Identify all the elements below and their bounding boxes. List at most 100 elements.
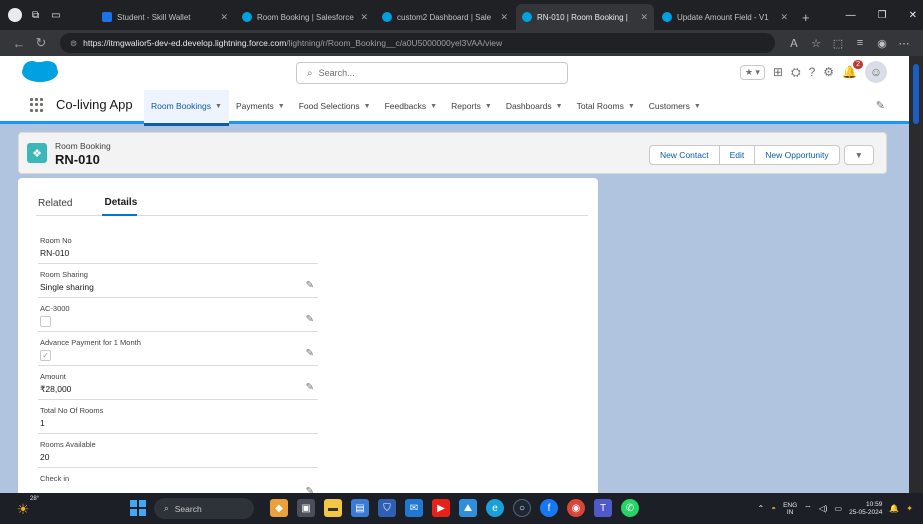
nav-label: Dashboards — [505, 101, 552, 111]
browser-tab-4[interactable]: Update Amount Field - V1 ✕ — [656, 4, 794, 30]
chevron-down-icon[interactable]: ▼ — [278, 103, 285, 110]
tab-group-icon[interactable]: ▭ — [51, 10, 60, 21]
field-label: AC-3000 — [40, 304, 70, 313]
weather-sun-icon[interactable]: ☀ 28° — [12, 496, 39, 520]
taskbar-search[interactable]: ⌕ Search — [154, 498, 254, 519]
notifications-bell-icon[interactable]: 🔔 2 — [842, 60, 863, 79]
teams-icon[interactable]: T — [594, 499, 612, 517]
chevron-up-icon[interactable]: ⌃ — [758, 504, 765, 513]
nav-item-reports[interactable]: Reports ▼ — [444, 88, 499, 124]
close-tab-icon[interactable]: ✕ — [640, 12, 648, 23]
translate-icon[interactable]: Ａ — [783, 35, 805, 51]
whatsapp-icon[interactable]: ✆ — [621, 499, 639, 517]
tab-details[interactable]: Details — [102, 190, 138, 216]
browser-tab-1[interactable]: Room Booking | Salesforce ✕ — [236, 4, 374, 30]
restore-icon[interactable]: ❐ — [878, 10, 887, 21]
battery-icon[interactable]: ▭ — [835, 504, 843, 513]
wifi-icon[interactable]: ⌔ — [804, 504, 812, 514]
circle-app-icon[interactable]: ○ — [513, 499, 531, 517]
tab-search-icon[interactable]: ⧉ — [32, 10, 39, 21]
trailhead-icon[interactable]: ⛭ — [791, 65, 801, 80]
widgets-icon[interactable]: ◆ — [270, 499, 288, 517]
nav-item-feedbacks[interactable]: Feedbacks ▼ — [378, 88, 445, 124]
salesforce-logo-icon[interactable] — [20, 60, 60, 84]
app-launcher-icon[interactable] — [30, 98, 44, 112]
detail-fields: Room No RN-010 Room Sharing Single shari… — [38, 230, 318, 493]
browser-tab-0[interactable]: Student - Skill Wallet ✕ — [96, 4, 234, 30]
reload-icon[interactable]: ↻ — [30, 35, 52, 51]
nav-item-room-bookings[interactable]: Room Bookings ▼ — [144, 89, 229, 126]
browser-tab-2[interactable]: custom2 Dashboard | Sale ✕ — [376, 4, 514, 30]
facebook-icon[interactable]: f — [540, 499, 558, 517]
nav-item-customers[interactable]: Customers ▼ — [642, 88, 708, 124]
extensions-icon[interactable]: ⬚ — [827, 37, 849, 50]
help-icon[interactable]: ? — [809, 65, 816, 79]
edge-icon[interactable]: e — [486, 499, 504, 517]
minimize-icon[interactable]: — — [846, 10, 856, 21]
profile-icon[interactable] — [8, 8, 22, 22]
url-bar[interactable]: ⊜ https://itmgwalior5-dev-ed.develop.lig… — [60, 33, 775, 53]
copilot-icon[interactable]: ✦ — [906, 504, 913, 513]
shield-icon[interactable]: ⛉ — [378, 499, 396, 517]
mail-icon[interactable]: ✉ — [405, 499, 423, 517]
menu-dots-icon[interactable]: ⋯ — [893, 37, 915, 50]
edit-pencil-icon[interactable]: ✎ — [306, 348, 314, 359]
clock[interactable]: 10:59 25-05-2024 — [849, 501, 882, 517]
close-tab-icon[interactable]: ✕ — [360, 12, 368, 23]
volume-icon[interactable]: ◁) — [819, 504, 828, 513]
edit-button[interactable]: Edit — [718, 145, 756, 165]
edit-pencil-icon[interactable]: ✎ — [306, 382, 314, 393]
new-opportunity-button[interactable]: New Opportunity — [754, 145, 840, 165]
chevron-down-icon[interactable]: ▼ — [430, 103, 437, 110]
browser-tab-3[interactable]: RN-010 | Room Booking | ✕ — [516, 4, 654, 30]
file-explorer-icon[interactable]: ▬ — [324, 499, 342, 517]
task-view-icon[interactable]: ▣ — [297, 499, 315, 517]
chevron-down-icon[interactable]: ▼ — [694, 103, 701, 110]
new-contact-button[interactable]: New Contact — [648, 145, 720, 165]
close-tab-icon[interactable]: ✕ — [500, 12, 508, 23]
favorites-star-icon[interactable]: ★ ▾ — [739, 64, 765, 80]
app-tray-icon[interactable]: ◓ — [771, 504, 776, 513]
chrome-icon[interactable]: ◉ — [567, 499, 585, 517]
global-actions-icon[interactable]: ⊞ — [773, 65, 783, 79]
close-tab-icon[interactable]: ✕ — [220, 12, 228, 23]
page-scrollbar[interactable] — [909, 56, 923, 493]
chevron-down-icon[interactable]: ▼ — [556, 103, 563, 110]
nav-item-dashboards[interactable]: Dashboards ▼ — [499, 88, 570, 124]
nav-item-food-selections[interactable]: Food Selections ▼ — [292, 88, 378, 124]
tab-related[interactable]: Related — [36, 190, 72, 216]
new-tab-button[interactable]: + — [796, 4, 816, 30]
edit-pencil-icon[interactable]: ✎ — [306, 314, 314, 325]
more-actions-chevron-down-icon[interactable]: ▼ — [843, 145, 874, 165]
nav-item-payments[interactable]: Payments ▼ — [229, 88, 292, 124]
global-search-input[interactable]: ⌕ Search... — [296, 62, 568, 84]
browser-controls: ⧉ ▭ — [8, 0, 61, 30]
profile-avatar-icon[interactable]: ◉ — [871, 37, 893, 50]
photos-icon[interactable]: ⛰ — [459, 499, 477, 517]
windows-start-icon[interactable] — [130, 500, 146, 516]
back-icon[interactable]: ← — [8, 36, 30, 51]
close-window-icon[interactable]: ✕ — [909, 10, 917, 21]
ac-3000-checkbox[interactable] — [40, 316, 51, 327]
store-icon[interactable]: ▤ — [351, 499, 369, 517]
notification-bell-icon[interactable]: 🔔 — [889, 504, 899, 513]
setup-gear-icon[interactable]: ⚙ — [823, 65, 834, 79]
edit-pencil-icon[interactable]: ✎ — [306, 486, 314, 493]
close-tab-icon[interactable]: ✕ — [780, 12, 788, 23]
edit-pencil-icon[interactable]: ✎ — [306, 280, 314, 291]
site-info-icon[interactable]: ⊜ — [70, 38, 77, 49]
advance-payment-checkbox-checked-icon[interactable]: ✓ — [40, 350, 51, 361]
language-indicator[interactable]: ENG IN — [783, 502, 797, 516]
nav-item-total-rooms[interactable]: Total Rooms ▼ — [570, 88, 642, 124]
reading-list-icon[interactable]: ≡ — [849, 37, 871, 49]
edit-nav-pencil-icon[interactable]: ✎ — [876, 99, 885, 112]
chevron-down-icon[interactable]: ▼ — [364, 103, 371, 110]
bookmark-star-icon[interactable]: ☆ — [805, 37, 827, 50]
chevron-down-icon[interactable]: ▼ — [485, 103, 492, 110]
scrollbar-thumb[interactable] — [913, 64, 919, 124]
chevron-down-icon[interactable]: ▼ — [628, 103, 635, 110]
youtube-icon[interactable]: ▶ — [432, 499, 450, 517]
user-avatar-icon[interactable]: ☺ — [865, 61, 887, 83]
nav-label: Feedbacks — [384, 101, 427, 111]
chevron-down-icon[interactable]: ▼ — [215, 103, 222, 110]
